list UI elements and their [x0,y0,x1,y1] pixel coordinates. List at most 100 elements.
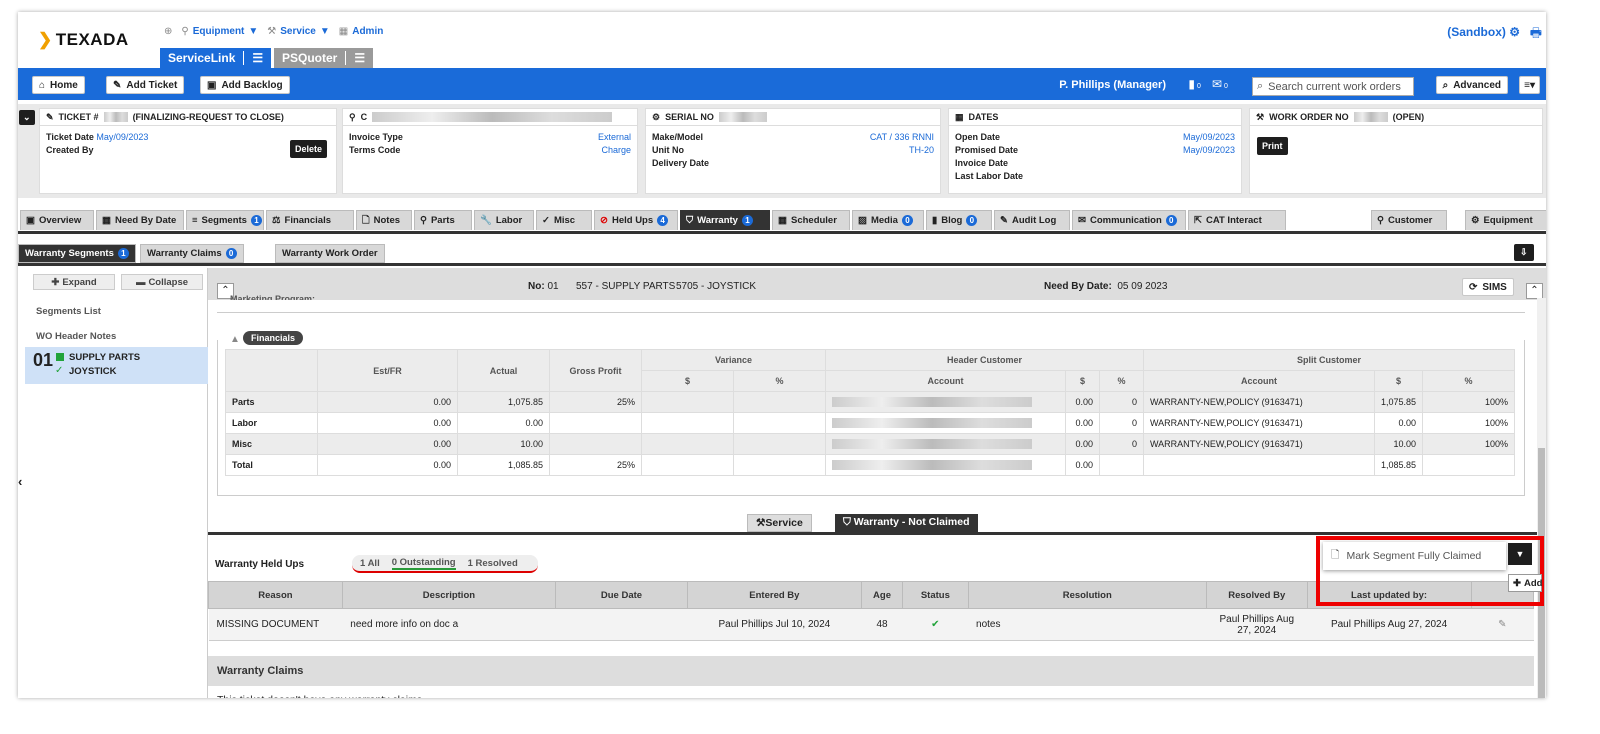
tab-audit-log[interactable]: ✎ Audit Log [994,210,1070,230]
list-icon: ≡ [192,215,198,226]
financials-row: Total 0.00 1,085.85 25% 0.00 1,085.85 [225,454,1515,476]
tab-held-ups[interactable]: ⊘ Held Ups 4 [594,210,678,230]
chat-icon[interactable]: ✉ 0 [1212,77,1230,91]
held-ups-filter: 1 All 0 Outstanding 1 Resolved [352,555,538,573]
segment-bar: ⌃ No: 01 557 - SUPPLY PARTS 5705 - JOYST… [208,268,1546,300]
check-icon: ✔ [902,608,969,641]
shield-icon: ⛉ [686,215,694,226]
sandbox-label[interactable]: (Sandbox) ⚙ [1447,25,1520,39]
service-mode-button[interactable]: ⚒Service [747,514,812,532]
redacted-account [832,418,1032,429]
delete-button[interactable]: Delete [290,140,328,158]
plus-icon: ✚ [51,276,60,288]
tab-customer[interactable]: ⚲ Customer [1371,210,1447,230]
download-icon[interactable]: ⇩ [1514,244,1534,261]
add-backlog-button[interactable]: ▣ Add Backlog [200,76,290,94]
blog-icon: ▮ [932,215,938,226]
filter-resolved[interactable]: 1 Resolved [468,558,518,569]
app-window: ❯ TEXADA ⊕ ⚲ Equipment ▼ ⚒ Service ▼ ▦ Admin S… [18,12,1546,698]
person-icon: ⚲ [349,112,356,122]
warranty-mode-button[interactable]: ⛉ Warranty - Not Claimed [835,514,978,532]
work-order-card: ⚒ WORK ORDER NO (OPEN) Print [1249,108,1543,194]
customer-card: ⚲ C Invoice Type External Terms Code Charge [342,108,638,194]
nav-admin[interactable]: ▦ Admin [339,26,384,37]
add-ticket-button[interactable]: ✎ Add Ticket [106,76,185,94]
held-ups-title: Warranty Held Ups [215,559,305,570]
tab-warranty-claims[interactable]: Warranty Claims 0 [140,244,244,263]
tools-icon: ⚒ [756,517,766,529]
warranty-claims-header: Warranty Claims [208,656,1534,686]
ticket-header: ⌄ ✎ TICKET # (FINALIZING-REQUEST TO CLOSE)… [18,104,1546,198]
tools-icon: ⚒ [267,26,277,37]
tab-need-by-date[interactable]: ▦ Need By Date [96,210,184,230]
app-tab-servicelink[interactable]: ServiceLink ☰ [160,48,272,68]
tab-notes[interactable]: 🗋 Notes [356,210,412,230]
tab-warranty-segments[interactable]: Warranty Segments 1 [18,244,136,263]
tab-blog[interactable]: ▮ Blog 0 [926,210,992,230]
ticket-icon: ✎ [46,112,54,122]
nav-service[interactable]: ⚒ Service ▼ [267,26,329,37]
segment-item[interactable]: 01 SUPPLY PARTS ✓ JOYSTICK [25,347,208,384]
collapse-header-button[interactable]: ⌄ [19,110,35,125]
segments-list-link[interactable]: Segments List [36,306,101,317]
menu-button[interactable]: ≡▾ [1519,76,1540,94]
no-entry-icon: ⊘ [600,215,608,226]
shield-icon: ⛉ [843,516,851,528]
tab-misc[interactable]: ✓ Misc [536,210,592,230]
wo-header-notes-link[interactable]: WO Header Notes [36,331,116,342]
texada-logo[interactable]: ❯ TEXADA [38,30,129,50]
scheduler-icon: ▦ [778,215,787,226]
home-button[interactable]: ⌂ Home [32,76,85,94]
tab-labor[interactable]: 🔧 Labor [474,210,534,230]
dropdown-toggle-button[interactable]: ▼ [1508,543,1532,565]
expand-button[interactable]: ✚ Expand [33,274,115,290]
no-claims-message: This ticket doesn't have any warranty cl… [217,694,422,698]
financials-row: Parts 0.00 1,075.85 25% 0.00 0 WARRANTY-NEW,PO… [225,391,1515,413]
menu-icon: ≡▾ [1524,79,1535,91]
dates-card: ▦ DATES Open Date May/09/2023 Promised Dat… [948,108,1242,194]
user-name[interactable]: P. Phillips (Manager) [1059,79,1166,91]
sims-button[interactable]: ⟳ SIMS [1462,278,1514,296]
tab-communication[interactable]: ✉ Communication 0 [1072,210,1186,230]
gear-icon[interactable]: ⚙ [1509,25,1520,39]
notebook-icon[interactable]: ▮ 0 [1188,77,1203,91]
ticket-tabs: ▣ Overview ▦ Need By Date ≡ Segments 1 ⚖ Financi… [18,210,1546,232]
mail-icon: ✉ [1078,215,1086,226]
print-button[interactable]: Print [1257,137,1288,155]
nav-equipment[interactable]: ⚲ Equipment ▼ [181,26,258,37]
tab-cat-interact[interactable]: ⇱ CAT Interact [1188,210,1286,230]
advanced-button[interactable]: ⌕ Advanced [1435,76,1508,94]
up-circle-icon[interactable]: ⊕ [164,26,172,37]
mark-claimed-menu-item[interactable]: 🗋 Mark Segment Fully Claimed [1323,542,1506,570]
app-tab-psquoter[interactable]: PSQuoter ☰ [274,48,374,68]
menu-icon[interactable]: ☰ [252,51,263,65]
collapse-button[interactable]: ▬ Collapse [121,274,203,290]
add-held-up-button[interactable]: ✚ Add [1508,574,1542,592]
tab-segments[interactable]: ≡ Segments 1 [186,210,264,230]
scroll-up-button[interactable]: ⌃ [1526,283,1543,299]
search-icon: ⌕ [1257,80,1264,92]
top-nav: ⊕ ⚲ Equipment ▼ ⚒ Service ▼ ▦ Admin [164,26,383,37]
table-row[interactable]: MISSING DOCUMENT need more info on doc aP… [208,608,1534,641]
vertical-scrollbar[interactable] [1537,298,1546,698]
filter-all[interactable]: 1 All [360,558,380,569]
tab-warranty-work-order[interactable]: Warranty Work Order [275,244,385,263]
printer-icon[interactable]: 🖶 [1530,24,1542,46]
segment-detail: ⌃ No: 01 557 - SUPPLY PARTS 5705 - JOYST… [208,268,1546,698]
tab-overview[interactable]: ▣ Overview [20,210,94,230]
financials-row: Labor 0.00 0.00 0.00 0 WARRANTY-NEW,POLICY (9… [225,412,1515,434]
tab-scheduler[interactable]: ▦ Scheduler [772,210,850,230]
menu-icon[interactable]: ☰ [354,51,365,65]
filter-outstanding[interactable]: 0 Outstanding [391,557,456,570]
tab-equipment[interactable]: ⚙ Equipment [1465,210,1546,230]
financials-icon: ⚖ [272,215,281,226]
tab-warranty[interactable]: ⛉ Warranty 1 [680,210,770,230]
parts-icon: ⚲ [420,215,427,226]
search-input[interactable]: ⌕ Search current work orders [1252,77,1414,96]
tab-media[interactable]: ▨ Media 0 [852,210,924,230]
financials-table: Est/FR Actual Gross Profit Variance Header C… [225,349,1515,476]
tab-financials[interactable]: ⚖ Financials [266,210,354,230]
edit-icon[interactable]: ✎ [1471,608,1534,641]
tab-parts[interactable]: ⚲ Parts [414,210,472,230]
collapse-left-icon[interactable]: ‹ [18,474,22,489]
